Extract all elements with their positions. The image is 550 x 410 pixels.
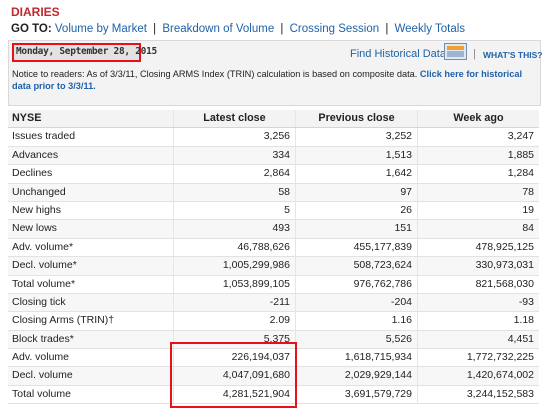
table-cell: 330,973,031	[417, 257, 539, 275]
notice-text: Notice to readers: As of 3/3/11, Closing…	[12, 69, 534, 92]
row-label: Closing Arms (TRIN)†	[12, 314, 115, 327]
table-cell: 2,864	[173, 165, 295, 183]
goto-separator: |	[153, 23, 157, 35]
row-label: New highs	[12, 203, 62, 216]
table-row: Advances 334 1,513 1,885	[8, 146, 539, 166]
table-cell: 1,284	[417, 165, 539, 183]
table-row: Unchanged 58 97 78	[8, 183, 539, 202]
row-label: Adv. volume	[12, 351, 69, 364]
notice-message: Notice to readers: As of 3/3/11, Closing…	[12, 69, 418, 79]
table-row: Adv. volume 226,194,037 1,618,715,934 1,772…	[8, 349, 539, 368]
table-cell: 493	[173, 220, 295, 238]
table-row: Decl. volume 4,047,091,680 2,029,929,144 1,…	[8, 367, 539, 386]
row-label: Decl. volume	[12, 369, 73, 382]
goto-separator: |	[280, 23, 284, 35]
goto-link-weekly-totals[interactable]: Weekly Totals	[395, 23, 466, 35]
table-row: New lows 493 151 84	[8, 220, 539, 239]
column-header-market: NYSE	[12, 112, 42, 124]
table-cell: 26	[295, 201, 417, 220]
table-row: New highs 5 26 19	[8, 201, 539, 221]
table-cell: 1.16	[295, 312, 417, 330]
table-cell: 4,281,521,904	[173, 385, 295, 404]
goto-link-crossing-session[interactable]: Crossing Session	[290, 23, 379, 35]
table-cell: 46,788,626	[173, 238, 295, 257]
find-historical-data-link[interactable]: Find Historical Data	[350, 48, 446, 60]
table-cell: 508,723,624	[295, 257, 417, 275]
table-cell: 976,762,786	[295, 275, 417, 293]
table-cell: 4,451	[417, 330, 539, 349]
row-label: Declines	[12, 167, 53, 180]
historical-separator: |	[473, 48, 476, 60]
row-label: Decl. volume*	[12, 259, 77, 272]
row-label: Block trades*	[12, 332, 74, 345]
row-label: New lows	[12, 222, 57, 235]
row-label: Adv. volume*	[12, 240, 74, 253]
table-cell: -204	[295, 293, 417, 312]
table-row: Decl. volume* 1,005,299,986 508,723,624 330…	[8, 257, 539, 276]
row-label: Closing tick	[12, 295, 66, 308]
table-cell: 78	[417, 183, 539, 201]
table-cell: 1,642	[295, 165, 417, 183]
table-cell: 1.18	[417, 312, 539, 330]
table-cell: 1,772,732,225	[417, 349, 539, 367]
table-cell: 151	[295, 220, 417, 238]
table-row: Issues traded 3,256 3,252 3,247	[8, 128, 539, 147]
table-cell: -211	[173, 293, 295, 312]
row-label: Unchanged	[12, 185, 66, 198]
table-cell: 455,177,839	[295, 238, 417, 257]
table-cell: 19	[417, 201, 539, 220]
table-cell: 3,244,152,583	[417, 385, 539, 404]
column-header-previous-close: Previous close	[295, 110, 417, 128]
table-cell: 5,375	[173, 330, 295, 349]
table-cell: 2,029,929,144	[295, 367, 417, 385]
goto-separator: |	[385, 23, 389, 35]
table-header-row: NYSE Latest close Previous close Week ag…	[8, 110, 539, 129]
table-row: Closing Arms (TRIN)† 2.09 1.16 1.18	[8, 312, 539, 331]
goto-nav: GO TO: Volume by Market | Breakdown of V…	[11, 23, 465, 35]
diary-date: Monday, September 28, 2015	[16, 46, 157, 57]
table-cell: 58	[173, 183, 295, 201]
row-label: Advances	[12, 148, 59, 161]
row-label: Issues traded	[12, 130, 76, 143]
row-label: Total volume	[12, 387, 71, 400]
table-cell: 1,885	[417, 146, 539, 165]
column-header-week-ago: Week ago	[417, 110, 539, 128]
table-cell: 1,420,674,002	[417, 367, 539, 385]
table-row: Adv. volume* 46,788,626 455,177,839 478,925…	[8, 238, 539, 258]
table-row: Total volume 4,281,521,904 3,691,579,729 3,…	[8, 385, 539, 405]
table-cell: 334	[173, 146, 295, 165]
table-row: Total volume* 1,053,899,105 976,762,786 821…	[8, 275, 539, 294]
table-cell: 478,925,125	[417, 238, 539, 257]
calendar-icon[interactable]	[444, 43, 467, 60]
goto-link-volume-by-market[interactable]: Volume by Market	[55, 23, 147, 35]
table-row: Block trades* 5,375 5,526 4,451	[8, 330, 539, 350]
table-row: Closing tick -211 -204 -93	[8, 293, 539, 313]
table-row: Declines 2,864 1,642 1,284	[8, 165, 539, 184]
table-cell: 226,194,037	[173, 349, 295, 367]
table-cell: 4,047,091,680	[173, 367, 295, 385]
table-cell: 1,618,715,934	[295, 349, 417, 367]
table-cell: 1,005,299,986	[173, 257, 295, 275]
table-cell: -93	[417, 293, 539, 312]
whats-this-link[interactable]: WHAT'S THIS?	[483, 50, 542, 60]
table-cell: 84	[417, 220, 539, 238]
nyse-diary-table: NYSE Latest close Previous close Week ag…	[8, 110, 539, 405]
table-cell: 3,252	[295, 128, 417, 146]
row-label: Total volume*	[12, 277, 76, 290]
table-cell: 5	[173, 201, 295, 220]
table-cell: 3,256	[173, 128, 295, 146]
goto-link-breakdown-of-volume[interactable]: Breakdown of Volume	[162, 23, 274, 35]
column-header-latest-close: Latest close	[173, 110, 295, 128]
table-cell: 3,247	[417, 128, 539, 146]
goto-label: GO TO:	[11, 23, 52, 35]
table-cell: 1,513	[295, 146, 417, 165]
table-cell: 5,526	[295, 330, 417, 349]
table-cell: 3,691,579,729	[295, 385, 417, 404]
table-cell: 2.09	[173, 312, 295, 330]
table-cell: 1,053,899,105	[173, 275, 295, 293]
table-cell: 97	[295, 183, 417, 201]
table-cell: 821,568,030	[417, 275, 539, 293]
page-title: DIARIES	[11, 5, 60, 19]
